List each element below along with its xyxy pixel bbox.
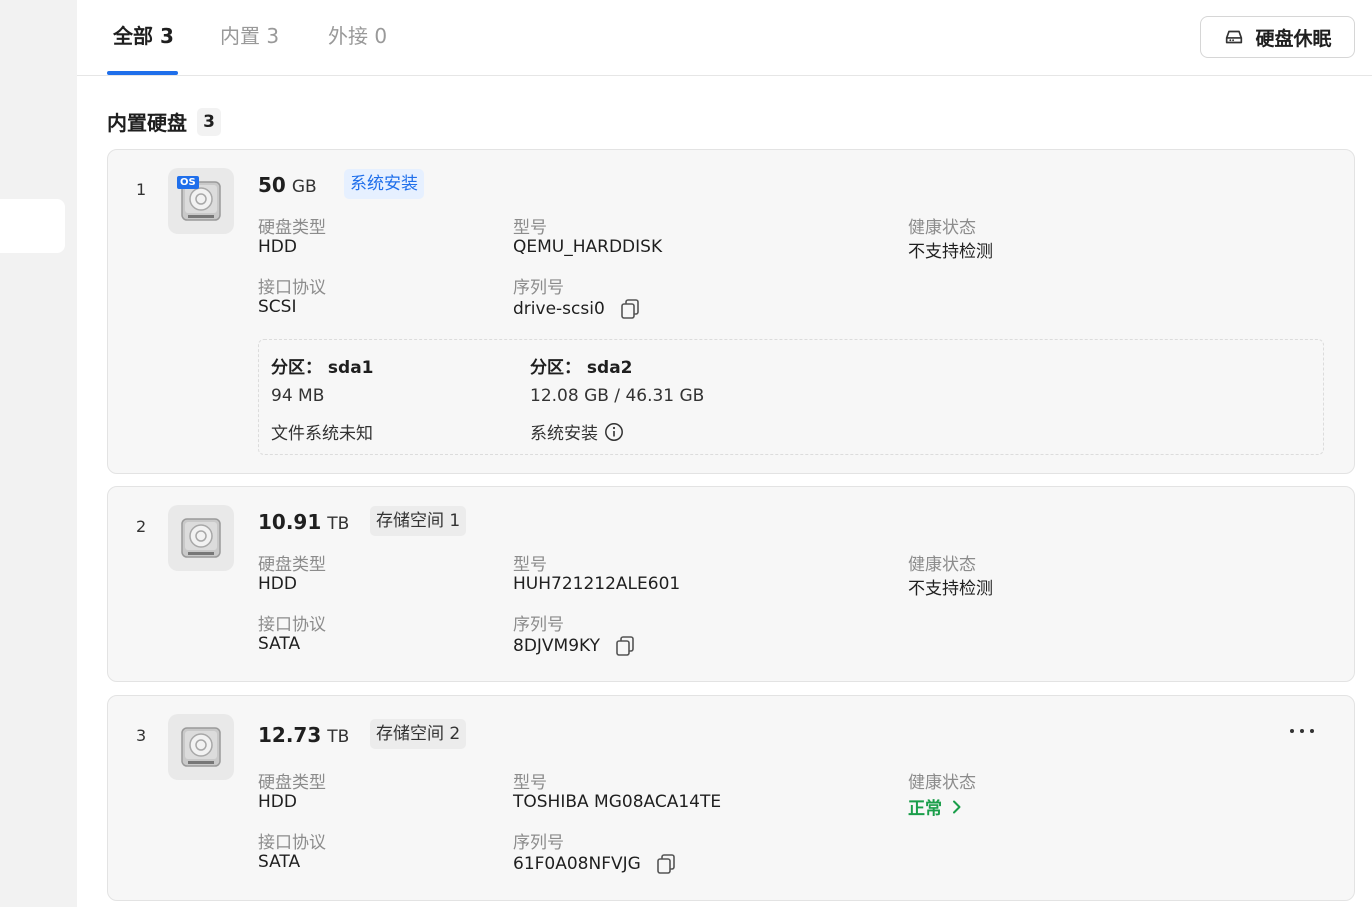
sidebar [0, 0, 77, 907]
tab-external[interactable]: 外接 0 [328, 22, 387, 52]
disk-size-value: 50 [258, 173, 286, 197]
disk-card[interactable]: 2 10.91 TB 存储空间 1 硬盘类型 HDD 接口协议 SATA 型号 … [107, 486, 1355, 682]
section-title: 内置硬盘 3 [107, 107, 221, 136]
copy-icon[interactable] [614, 635, 636, 657]
serial-field: drive-scsi0 [513, 298, 641, 320]
tab-all[interactable]: 全部 3 [113, 22, 174, 52]
health-value: 不支持检测 [908, 242, 993, 262]
health-value: 正常 [908, 799, 942, 819]
health-label: 健康状态 [908, 773, 976, 793]
disk-size: 12.73 TB [258, 723, 349, 747]
chevron-right-icon [953, 800, 961, 813]
interface-value: SATA [258, 634, 301, 654]
serial-value: 8DJVM9KY [513, 636, 600, 656]
disk-icon [168, 714, 234, 780]
partition-title: 分区： sda2 [530, 358, 633, 378]
disk-size-unit: TB [327, 727, 350, 747]
interface-label: 接口协议 [258, 615, 326, 635]
model-label: 型号 [513, 218, 547, 238]
model-label: 型号 [513, 773, 547, 793]
disk-card[interactable]: 1 OS 50 GB 系统安装 硬盘类型 HDD 接口协议 SCSI 型号 QE… [107, 149, 1355, 474]
serial-field: 8DJVM9KY [513, 635, 636, 657]
disk-type-value: HDD [258, 237, 297, 257]
serial-value: 61F0A08NFVJG [513, 854, 641, 874]
partition-title: 分区： sda1 [271, 358, 374, 378]
disk-size: 50 GB [258, 173, 317, 197]
copy-icon[interactable] [619, 298, 641, 320]
serial-label: 序列号 [513, 833, 564, 853]
os-badge: OS [177, 176, 199, 189]
serial-field: 61F0A08NFVJG [513, 853, 677, 875]
disk-card[interactable]: 3 12.73 TB 存储空间 2 硬盘类型 HDD 接口协议 SATA 型号 … [107, 695, 1355, 901]
disk-count-badge: 3 [197, 107, 221, 136]
storage-pool-tag: 存储空间 2 [370, 719, 467, 749]
model-value: TOSHIBA MG08ACA14TE [513, 792, 722, 812]
serial-label: 序列号 [513, 278, 564, 298]
health-label: 健康状态 [908, 555, 976, 575]
disk-sleep-label: 硬盘休眠 [1255, 27, 1332, 50]
interface-label: 接口协议 [258, 278, 326, 298]
disk-type-label: 硬盘类型 [258, 773, 326, 793]
disk-sleep-button[interactable]: 硬盘休眠 [1200, 16, 1355, 58]
disk-type-label: 硬盘类型 [258, 555, 326, 575]
system-install-tag: 系统安装 [344, 169, 424, 199]
disk-size-value: 10.91 [258, 510, 322, 534]
health-value: 不支持检测 [908, 579, 993, 599]
disk-type-label: 硬盘类型 [258, 218, 326, 238]
disk-type-value: HDD [258, 792, 297, 812]
tab-bar: 全部 3 内置 3 外接 0 硬盘休眠 [77, 0, 1372, 76]
disk-index: 1 [136, 180, 147, 199]
model-value: HUH721212ALE601 [513, 574, 681, 594]
disk-icon: OS [168, 168, 234, 234]
section-title-text: 内置硬盘 [107, 111, 187, 135]
partition-filesystem: 文件系统未知 [271, 424, 373, 444]
tab-internal[interactable]: 内置 3 [220, 22, 279, 52]
disk-icon [168, 505, 234, 571]
hdd-icon [1226, 30, 1243, 44]
health-label: 健康状态 [908, 218, 976, 238]
info-icon[interactable] [604, 422, 624, 442]
partition-size: 12.08 GB / 46.31 GB [530, 386, 705, 406]
disk-size-unit: TB [327, 514, 350, 534]
sidebar-active-item[interactable] [0, 199, 65, 253]
interface-value: SATA [258, 852, 301, 872]
disk-size-value: 12.73 [258, 723, 322, 747]
disk-size-unit: GB [291, 177, 317, 197]
partition-filesystem-text: 系统安装 [530, 424, 598, 444]
storage-pool-tag: 存储空间 1 [370, 506, 467, 536]
more-options-icon[interactable] [1290, 726, 1314, 736]
serial-label: 序列号 [513, 615, 564, 635]
partition-size: 94 MB [271, 386, 325, 406]
active-tab-indicator [107, 71, 178, 75]
interface-value: SCSI [258, 297, 297, 317]
disk-index: 2 [136, 517, 147, 536]
model-label: 型号 [513, 555, 547, 575]
partition-box: 分区： sda1 94 MB 文件系统未知 分区： sda2 12.08 GB … [258, 339, 1324, 455]
serial-value: drive-scsi0 [513, 299, 605, 319]
copy-icon[interactable] [655, 853, 677, 875]
disk-type-value: HDD [258, 574, 297, 594]
disk-size: 10.91 TB [258, 510, 349, 534]
partition-filesystem: 系统安装 [530, 419, 624, 444]
model-value: QEMU_HARDDISK [513, 237, 663, 257]
disk-index: 3 [136, 726, 147, 745]
health-status-link[interactable]: 正常 [908, 794, 962, 819]
main-panel: 全部 3 内置 3 外接 0 硬盘休眠 内置硬盘 3 1 OS 50 GB 系统… [77, 0, 1372, 907]
interface-label: 接口协议 [258, 833, 326, 853]
